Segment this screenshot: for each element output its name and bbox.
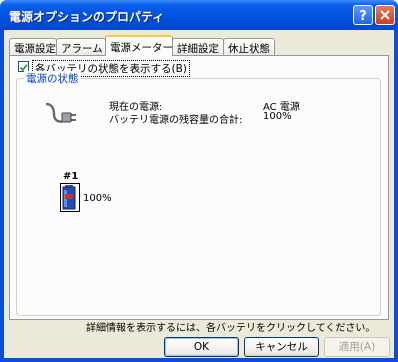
title-bar[interactable]: 電源オプションのプロパティ ?	[0, 0, 398, 30]
ok-button[interactable]: OK	[164, 337, 239, 357]
ac-plug-icon	[45, 102, 76, 123]
tab-power-meter[interactable]: 電源メーター	[105, 35, 173, 56]
total-remaining-label: バッテリ電源の残容量の合計:	[109, 115, 243, 126]
power-meter-panel: 各バッテリの状態を表示する(B) 電源の状態 現在の電源: AC 電源 バッテリ…	[9, 55, 389, 334]
question-mark-icon: ?	[359, 9, 367, 24]
apply-button[interactable]: 適用(A)	[324, 337, 390, 357]
battery-percent: 100%	[83, 193, 112, 204]
dialog-body: 電源設定 アラーム 電源メーター 詳細設定 休止状態 各バッテリの状態を表示する…	[4, 30, 394, 358]
tab-power-schemes[interactable]: 電源設定	[9, 38, 57, 55]
battery-icon	[62, 185, 76, 210]
battery-number: #1	[63, 171, 79, 182]
info-text: 詳細情報を表示するには、各バッテリをクリックしてください。	[86, 323, 376, 334]
battery-1-button[interactable]	[60, 183, 80, 212]
close-icon	[380, 10, 390, 20]
svg-text:?: ?	[359, 9, 367, 24]
window: 電源オプションのプロパティ ? 電源設定 アラーム 電源メーター 詳細設定 休止…	[0, 0, 398, 362]
tab-alarms[interactable]: アラーム	[56, 38, 106, 55]
close-button[interactable]	[375, 5, 395, 25]
tab-advanced[interactable]: 詳細設定	[172, 38, 224, 55]
cancel-button[interactable]: キャンセル	[244, 337, 319, 357]
tab-hibernate[interactable]: 休止状態	[223, 38, 275, 55]
total-remaining-value: 100%	[263, 111, 292, 122]
window-title: 電源オプションのプロパティ	[9, 10, 165, 24]
power-status-group-label: 電源の状態	[24, 71, 81, 86]
tab-strip: 電源設定 アラーム 電源メーター 詳細設定 休止状態	[9, 35, 389, 56]
help-button[interactable]: ?	[353, 5, 373, 25]
